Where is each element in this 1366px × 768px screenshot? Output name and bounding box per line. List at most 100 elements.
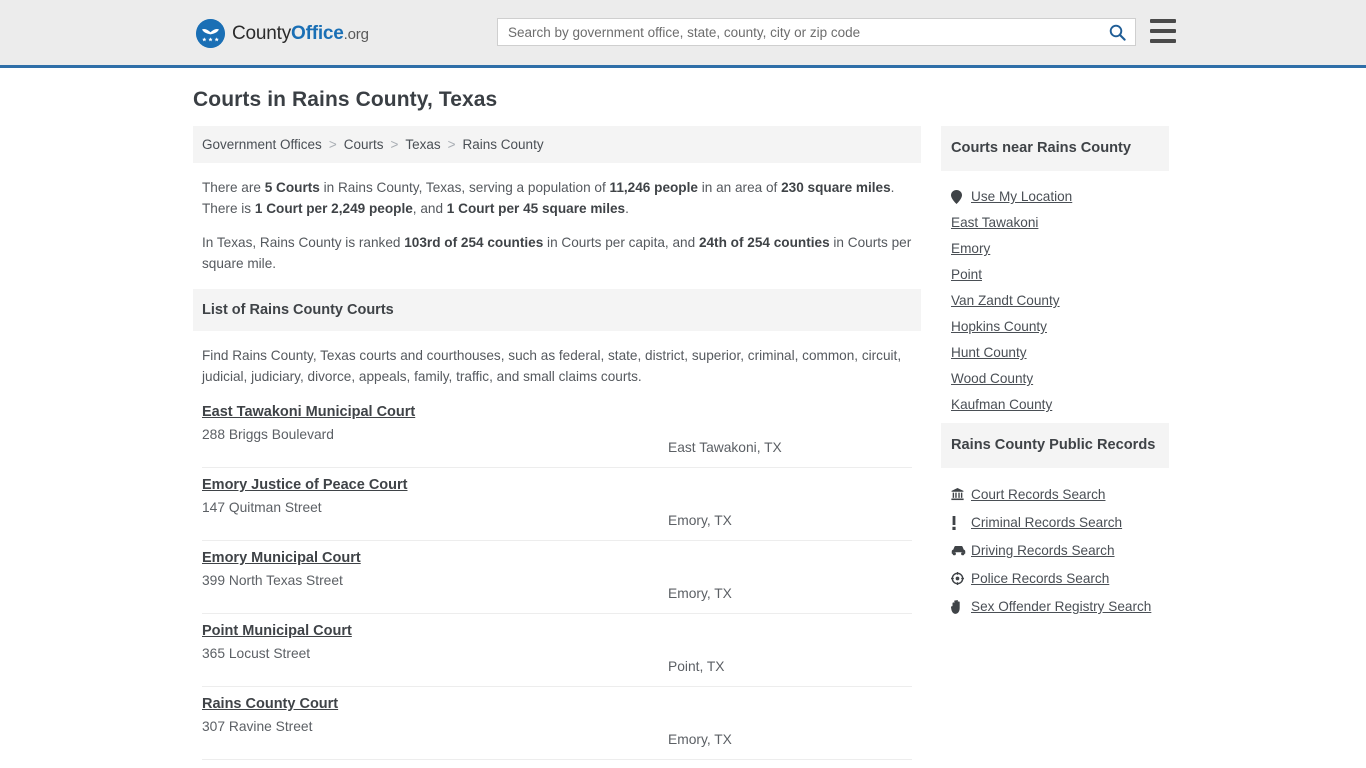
sidebar-records-item-link[interactable]: Court Records Search: [971, 487, 1105, 502]
intro-highlight: 1 Court per 45 square miles: [446, 201, 626, 216]
sidebar-records-item-row: Criminal Records Search: [951, 508, 1159, 536]
sidebar-records-box: Rains County Public Records Court Record…: [941, 423, 1169, 626]
intro-text: in an area of: [697, 180, 782, 195]
court-name-link[interactable]: Point Municipal Court: [202, 623, 352, 639]
breadcrumb-item[interactable]: Government Offices: [202, 137, 322, 152]
court-meta: 147 Quitman Street Emory, TX: [202, 500, 912, 528]
exclamation-icon: [951, 515, 971, 530]
intro-paragraph-2: In Texas, Rains County is ranked 103rd o…: [202, 232, 912, 274]
court-city: Emory, TX: [668, 586, 732, 601]
hand-icon: [951, 599, 971, 614]
sidebar-nearby-item-link[interactable]: Emory: [951, 241, 990, 256]
sidebar-nearby-item-link[interactable]: Hopkins County: [951, 319, 1047, 334]
court-name-link[interactable]: Emory Justice of Peace Court: [202, 477, 408, 493]
logo-text-org: .org: [343, 25, 369, 43]
car-icon: [951, 545, 971, 556]
intro-highlight: 24th of 254 counties: [698, 235, 830, 250]
court-address: 399 North Texas Street: [202, 573, 343, 588]
list-section-description: Find Rains County, Texas courts and cour…: [202, 348, 902, 384]
intro-text: in Rains County, Texas, serving a popula…: [319, 180, 610, 195]
breadcrumb-separator: >: [447, 137, 456, 152]
logo-text-county: County: [232, 22, 292, 44]
court-city: East Tawakoni, TX: [668, 440, 782, 455]
court-meta: 307 Ravine Street Emory, TX: [202, 719, 912, 747]
intro-highlight: 11,246 people: [609, 180, 698, 195]
sidebar-records-item-link[interactable]: Driving Records Search: [971, 543, 1115, 558]
sidebar-records-links: Court Records Search Criminal Records Sea…: [941, 468, 1169, 626]
court-name-link[interactable]: Rains County Court: [202, 696, 338, 712]
sidebar-records-item-row: Sex Offender Registry Search: [951, 592, 1159, 620]
court-meta: 288 Briggs Boulevard East Tawakoni, TX: [202, 427, 912, 455]
breadcrumb-separator: >: [390, 137, 399, 152]
court-list-item: Emory Justice of Peace Court 147 Quitman …: [202, 468, 912, 541]
breadcrumb-item[interactable]: Texas: [405, 137, 440, 152]
sidebar-nearby-item-link[interactable]: Point: [951, 267, 982, 282]
breadcrumb-item[interactable]: Courts: [344, 137, 384, 152]
sidebar-records-item-row: Driving Records Search: [951, 536, 1159, 564]
search-input[interactable]: [498, 19, 1099, 45]
bank-building-icon: [951, 488, 971, 501]
sidebar-nearby-box: Courts near Rains County Use My Location…: [941, 126, 1169, 423]
sidebar: Courts near Rains County Use My Location…: [941, 126, 1169, 626]
map-pin-icon: [951, 189, 971, 204]
court-city: Emory, TX: [668, 732, 732, 747]
court-meta: 365 Locust Street Point, TX: [202, 646, 912, 674]
page-body: Courts in Rains County, Texas Government…: [0, 68, 1366, 768]
court-address: 147 Quitman Street: [202, 500, 322, 515]
intro-highlight: 1 Court per 2,249 people: [254, 201, 413, 216]
sidebar-nearby-item-row: Wood County: [951, 365, 1159, 391]
intro-highlight: 230 square miles: [781, 180, 891, 195]
sidebar-records-item-row: Police Records Search: [951, 564, 1159, 592]
sidebar-nearby-item-row: Use My Location: [951, 183, 1159, 209]
sidebar-nearby-heading: Courts near Rains County: [941, 126, 1169, 171]
court-city: Emory, TX: [668, 513, 732, 528]
sidebar-nearby-item-link[interactable]: Use My Location: [971, 189, 1072, 204]
sidebar-nearby-item-row: Hopkins County: [951, 313, 1159, 339]
sidebar-records-item-row: Court Records Search: [951, 480, 1159, 508]
intro-statistics: There are 5 Courts in Rains County, Texa…: [193, 163, 921, 289]
intro-highlight: 103rd of 254 counties: [404, 235, 544, 250]
sidebar-nearby-item-link[interactable]: East Tawakoni: [951, 215, 1038, 230]
sidebar-records-item-link[interactable]: Sex Offender Registry Search: [971, 599, 1151, 614]
police-badge-icon: [951, 572, 971, 585]
sidebar-records-item-link[interactable]: Police Records Search: [971, 571, 1109, 586]
intro-highlight: 5 Courts: [264, 180, 320, 195]
search-icon[interactable]: [1099, 19, 1135, 45]
breadcrumb-item[interactable]: Rains County: [463, 137, 544, 152]
sidebar-nearby-item-link[interactable]: Van Zandt County: [951, 293, 1060, 308]
intro-text: There are: [202, 180, 265, 195]
sidebar-nearby-item-link[interactable]: Kaufman County: [951, 397, 1052, 412]
court-name-link[interactable]: East Tawakoni Municipal Court: [202, 404, 415, 420]
intro-text: in Courts per capita, and: [543, 235, 699, 250]
court-city: Point, TX: [668, 659, 725, 674]
breadcrumb-separator: >: [328, 137, 337, 152]
intro-text: .: [625, 201, 629, 216]
sidebar-nearby-item-row: Hunt County: [951, 339, 1159, 365]
sidebar-records-item-link[interactable]: Criminal Records Search: [971, 515, 1122, 530]
logo-text-office: Office: [291, 22, 344, 44]
search-bar[interactable]: [497, 18, 1136, 46]
sidebar-nearby-item-link[interactable]: Hunt County: [951, 345, 1027, 360]
list-section-heading: List of Rains County Courts: [193, 289, 921, 331]
court-name-link[interactable]: Emory Municipal Court: [202, 550, 361, 566]
court-address: 307 Ravine Street: [202, 719, 313, 734]
court-list-item: Point Municipal Court 365 Locust Street Po…: [202, 614, 912, 687]
sidebar-records-heading: Rains County Public Records: [941, 423, 1169, 468]
court-address: 288 Briggs Boulevard: [202, 427, 334, 442]
sidebar-nearby-item-row: East Tawakoni: [951, 209, 1159, 235]
sidebar-nearby-item-row: Point: [951, 261, 1159, 287]
court-meta: 399 North Texas Street Emory, TX: [202, 573, 912, 601]
main-content: Government Offices > Courts > Texas > Rains Co…: [193, 126, 921, 768]
sidebar-nearby-item-row: Kaufman County: [951, 391, 1159, 417]
page-title: Courts in Rains County, Texas: [193, 88, 498, 111]
intro-text: In Texas, Rains County is ranked: [202, 235, 405, 250]
hamburger-menu-icon[interactable]: [1150, 19, 1176, 43]
court-list: East Tawakoni Municipal Court 288 Briggs …: [193, 399, 921, 760]
court-list-item: East Tawakoni Municipal Court 288 Briggs …: [202, 399, 912, 468]
sidebar-nearby-item-row: Van Zandt County: [951, 287, 1159, 313]
site-logo[interactable]: CountyOffice.org: [196, 19, 369, 48]
court-list-item: Emory Municipal Court 399 North Texas Str…: [202, 541, 912, 614]
intro-text: , and: [412, 201, 447, 216]
logo-wordmark: CountyOffice.org: [232, 23, 369, 45]
sidebar-nearby-item-link[interactable]: Wood County: [951, 371, 1033, 386]
